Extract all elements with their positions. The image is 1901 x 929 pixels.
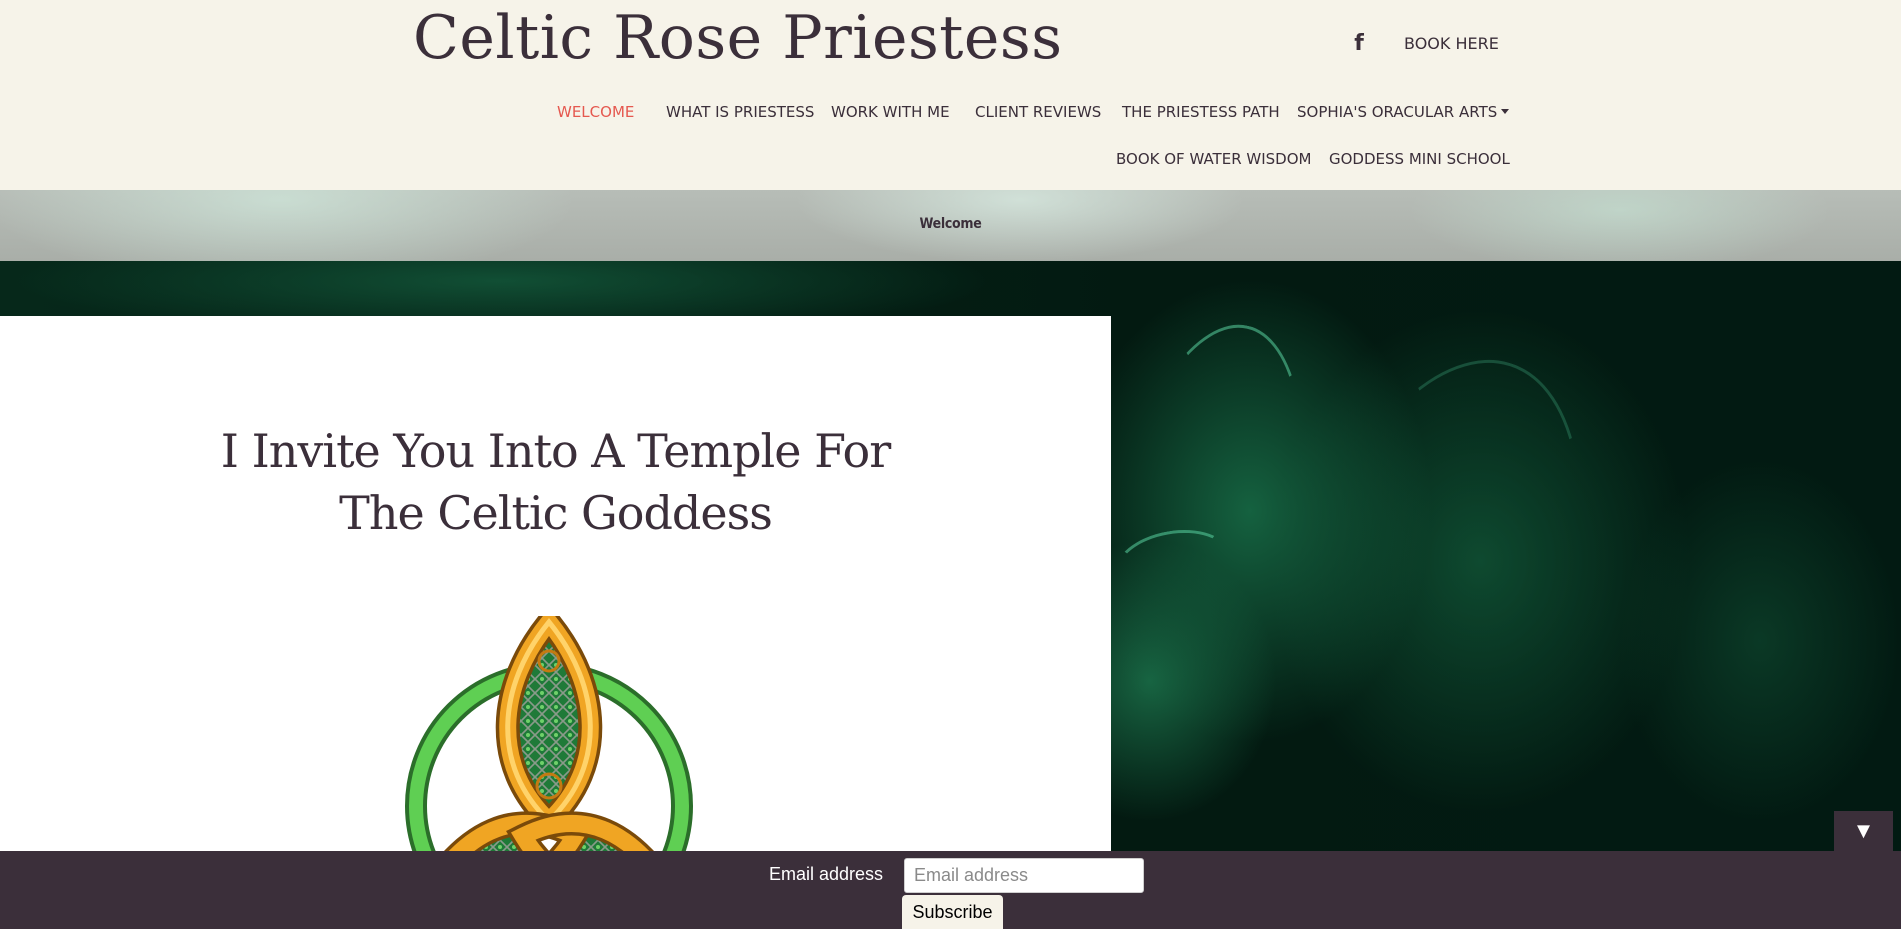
breadcrumb-banner: Welcome — [0, 190, 1901, 261]
breadcrumb-current: Welcome — [919, 216, 982, 232]
heading-line-1: I Invite You Into A Temple For — [220, 424, 891, 478]
welcome-card: I Invite You Into A Temple For The Celti… — [0, 316, 1111, 856]
page-heading: I Invite You Into A Temple For The Celti… — [0, 420, 1111, 544]
nav-item-goddess-mini-school[interactable]: GODDESS MINI SCHOOL — [1329, 149, 1510, 169]
site-header: Celtic Rose Priestess f BOOK HERE WELCOM… — [0, 0, 1901, 190]
heading-line-2: The Celtic Goddess — [339, 486, 773, 540]
email-label: Email address — [769, 864, 884, 884]
newsletter-subscribe-bar: Email address Subscribe — [0, 851, 1901, 929]
celtic-triquetra-icon — [395, 616, 705, 856]
site-title[interactable]: Celtic Rose Priestess — [413, 0, 1063, 76]
nav-item-the-priestess-path[interactable]: THE PRIESTESS PATH — [1122, 102, 1280, 122]
nav-item-label: SOPHIA'S ORACULAR ARTS — [1297, 103, 1498, 121]
nav-item-welcome[interactable]: WELCOME — [557, 102, 634, 122]
email-input[interactable] — [904, 858, 1144, 893]
caret-down-icon — [1501, 109, 1510, 114]
nav-item-work-with-me[interactable]: WORK WITH ME — [831, 102, 950, 122]
nav-item-what-is-priestess[interactable]: WHAT IS PRIESTESS — [666, 102, 814, 122]
nav-item-sophias-oracular-arts[interactable]: SOPHIA'S ORACULAR ARTS — [1297, 102, 1510, 122]
nav-item-book-of-water-wisdom[interactable]: BOOK OF WATER WISDOM — [1116, 149, 1311, 169]
book-here-link[interactable]: BOOK HERE — [1404, 34, 1499, 53]
nav-item-client-reviews[interactable]: CLIENT REVIEWS — [975, 102, 1101, 122]
facebook-icon[interactable]: f — [1349, 30, 1369, 58]
subscribe-button[interactable]: Subscribe — [902, 895, 1003, 929]
triangle-down-icon: ▼ — [1852, 818, 1875, 843]
collapse-toggle-button[interactable]: ▼ — [1834, 811, 1893, 851]
